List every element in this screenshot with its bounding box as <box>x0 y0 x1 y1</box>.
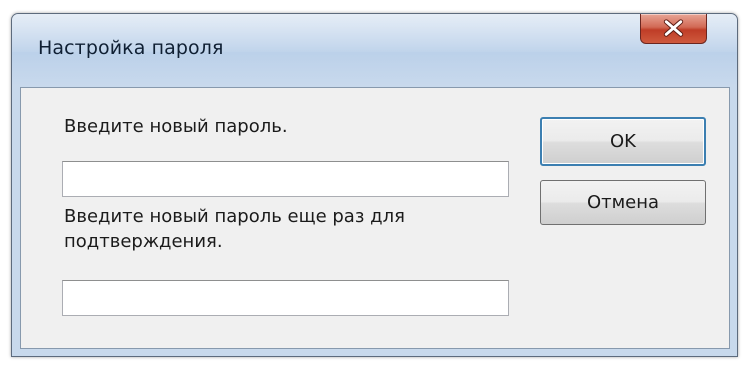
ok-button[interactable]: OK <box>540 117 706 166</box>
close-button[interactable] <box>640 14 707 44</box>
confirm-password-label: Введите новый пароль еще раз для подтвер… <box>64 206 405 252</box>
password-dialog-window: Настройка пароля Введите новый пароль. В… <box>11 13 738 357</box>
dialog-client-area: Введите новый пароль. Введите новый паро… <box>20 87 730 349</box>
cancel-button[interactable]: Отмена <box>540 180 706 225</box>
new-password-field[interactable] <box>62 161 509 197</box>
confirm-password-field[interactable] <box>62 280 509 316</box>
close-icon <box>663 19 684 37</box>
new-password-label: Введите новый пароль. <box>64 116 288 137</box>
window-title: Настройка пароля <box>38 37 224 59</box>
